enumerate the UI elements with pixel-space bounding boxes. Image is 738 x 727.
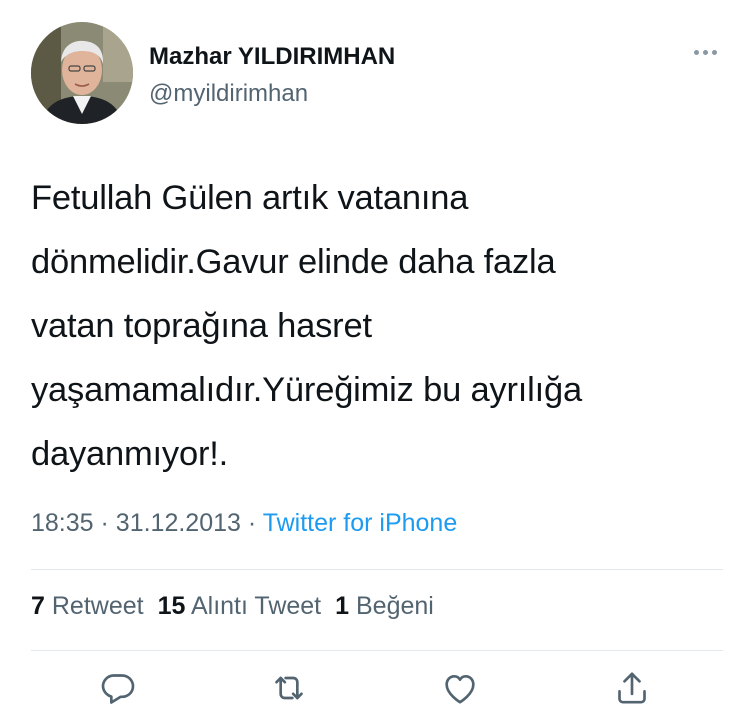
tweet-metadata: 18:35 · 31.12.2013 · Twitter for iPhone [31,509,457,538]
retweets-count: 7 [31,592,45,620]
tweet-text-line: dönmelidir.Gavur elinde daha fazla [31,243,556,281]
tweet-time[interactable]: 18:35 [31,509,94,537]
more-dot [712,49,717,55]
tweet-text: Fetullah Gülen artık vatanına dönmelidir… [31,166,701,486]
quotes-label: Alıntı Tweet [190,592,322,620]
heart-icon[interactable] [440,668,480,708]
more-dot [703,49,708,55]
tweet-actions [0,668,738,712]
user-handle[interactable]: @myildirimhan [149,80,308,108]
divider [31,569,723,570]
likes-count: 1 [335,592,350,620]
tweet-text-line: vatan toprağına hasret [31,307,372,345]
retweets-label: Retweet [51,592,144,620]
tweet-text-line: Fetullah Gülen artık vatanına [31,179,469,217]
likes-stat[interactable]: 1 Beğeni [335,592,434,620]
retweet-icon[interactable] [269,668,309,708]
tweet-date[interactable]: 31.12.2013 [116,509,241,537]
meta-separator: · [100,509,109,537]
quotes-stat[interactable]: 15 Alıntı Tweet [158,592,322,620]
retweets-stat[interactable]: 7 Retweet [31,592,144,620]
divider [31,650,723,651]
avatar-image [31,22,133,124]
display-name[interactable]: Mazhar YILDIRIMHAN [149,43,395,71]
tweet-stats: 7 Retweet 15 Alıntı Tweet 1 Beğeni [31,592,434,621]
tweet-source-link[interactable]: Twitter for iPhone [263,509,458,537]
share-icon[interactable] [612,668,652,708]
more-horizontal-icon[interactable] [694,42,724,62]
quotes-count: 15 [157,592,186,620]
tweet-text-line: yaşamamalıdır.Yüreğimiz bu ayrılığa [31,371,582,409]
more-dot [694,49,699,55]
tweet-header: Mazhar YILDIRIMHAN @myildirimhan [31,22,731,126]
meta-separator: · [247,509,257,537]
reply-icon[interactable] [98,668,138,708]
avatar[interactable] [31,22,133,124]
tweet-text-line: dayanmıyor!. [31,435,229,473]
likes-label: Beğeni [356,592,434,620]
